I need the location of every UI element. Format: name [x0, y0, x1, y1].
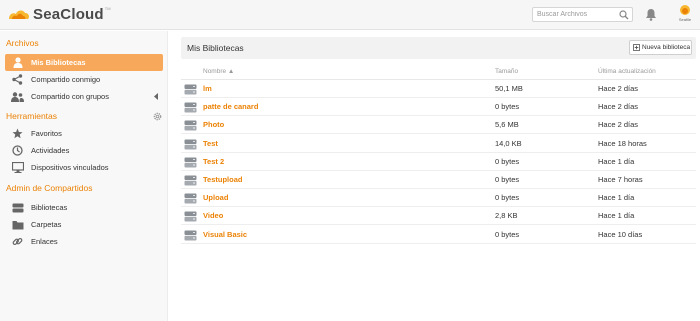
- column-header-name[interactable]: Nombre ▲: [203, 68, 234, 75]
- new-library-button[interactable]: Nueva biblioteca: [629, 40, 692, 55]
- group-icon: [11, 91, 24, 103]
- library-icon: [184, 157, 197, 168]
- gear-icon[interactable]: [153, 112, 162, 121]
- library-name-link[interactable]: Testupload: [203, 175, 242, 184]
- avatar-logo-icon: [680, 5, 690, 15]
- library-size: 0 bytes: [495, 193, 520, 203]
- library-name-link[interactable]: Photo: [203, 120, 224, 129]
- library-size: 14,0 KB: [495, 138, 522, 148]
- library-updated: Hace 1 día: [598, 211, 635, 221]
- main-header: Mis Bibliotecas Nueva biblioteca: [181, 37, 696, 59]
- table-row[interactable]: Upload 0 bytes Hace 1 día: [181, 189, 696, 208]
- sidebar-item-label: Carpetas: [31, 220, 62, 229]
- table-row[interactable]: Video 2,8 KB Hace 1 día: [181, 207, 696, 226]
- library-name-link[interactable]: Upload: [203, 193, 228, 202]
- library-size: 5,6 MB: [495, 120, 519, 130]
- library-updated: Hace 2 días: [598, 120, 639, 130]
- share-icon: [11, 74, 24, 86]
- table-row[interactable]: lm 50,1 MB Hace 2 días: [181, 80, 696, 98]
- avatar[interactable]: Seafile: [673, 3, 697, 27]
- search-input[interactable]: [533, 8, 617, 21]
- library-icon: [184, 175, 197, 186]
- new-library-label: Nueva biblioteca: [642, 44, 691, 51]
- library-updated: Hace 2 días: [598, 102, 639, 112]
- table-row[interactable]: patte de canard 0 bytes Hace 2 días: [181, 98, 696, 117]
- search-icon[interactable]: [619, 10, 629, 20]
- library-name-link[interactable]: Test 2: [203, 157, 224, 166]
- sidebar-item-label: Favoritos: [31, 129, 62, 138]
- sidebar-item-favorites[interactable]: Favoritos: [5, 125, 163, 142]
- library-updated: Hace 1 día: [598, 156, 635, 166]
- sidebar-item-label: Dispositivos vinculados: [31, 163, 109, 172]
- search-box: [532, 7, 633, 22]
- sidebar-item-activities[interactable]: Actividades: [5, 142, 163, 159]
- library-name-link[interactable]: Test: [203, 139, 218, 148]
- library-icon: [184, 230, 197, 241]
- sidebar-item-admin-links[interactable]: Enlaces: [5, 233, 163, 250]
- clock-icon: [11, 145, 24, 157]
- sidebar: Archivos Mis Bibliotecas Compartido conm…: [0, 31, 168, 321]
- section-title-admin: Admin de Compartidos: [6, 183, 93, 193]
- sidebar-item-label: Compartido con grupos: [31, 92, 109, 101]
- drive-icon: [11, 202, 24, 214]
- sidebar-item-admin-libraries[interactable]: Bibliotecas: [5, 199, 163, 216]
- library-updated: Hace 2 días: [598, 84, 639, 93]
- sidebar-item-label: Compartido conmigo: [31, 75, 101, 84]
- caret-left-icon[interactable]: [154, 93, 159, 100]
- user-icon: [11, 57, 24, 69]
- library-name-link[interactable]: Video: [203, 211, 223, 220]
- library-updated: Hace 1 día: [598, 193, 635, 203]
- sidebar-item-linked-devices[interactable]: Dispositivos vinculados: [5, 159, 163, 176]
- sidebar-item-label: Enlaces: [31, 237, 58, 246]
- folder-icon: [11, 219, 24, 231]
- link-icon: [11, 236, 24, 248]
- sidebar-item-label: Actividades: [31, 146, 70, 155]
- sidebar-item-shared-with-groups[interactable]: Compartido con grupos: [5, 88, 163, 105]
- library-name-link[interactable]: patte de canard: [203, 102, 258, 111]
- library-size: 0 bytes: [495, 175, 520, 184]
- star-icon: [11, 128, 24, 140]
- sidebar-item-shared-with-me[interactable]: Compartido conmigo: [5, 71, 163, 88]
- logo[interactable]: SeaCloud TM: [6, 4, 111, 24]
- library-size: 50,1 MB: [495, 84, 523, 93]
- library-updated: Hace 18 horas: [598, 138, 647, 148]
- table-row[interactable]: Test 2 0 bytes Hace 1 día: [181, 153, 696, 171]
- library-updated: Hace 7 horas: [598, 175, 643, 184]
- plus-icon: [633, 44, 640, 51]
- library-updated: Hace 10 días: [598, 229, 643, 239]
- library-size: 0 bytes: [495, 229, 520, 239]
- library-icon: [184, 139, 197, 150]
- library-size: 2,8 KB: [495, 211, 518, 221]
- logo-text: SeaCloud: [33, 5, 104, 23]
- sidebar-item-admin-folders[interactable]: Carpetas: [5, 216, 163, 233]
- library-size: 0 bytes: [495, 102, 520, 112]
- column-header-size[interactable]: Tamaño: [495, 68, 518, 75]
- section-title-tools: Herramientas: [6, 111, 58, 121]
- library-icon: [184, 120, 197, 131]
- library-icon: [184, 102, 197, 113]
- monitor-icon: [11, 162, 24, 174]
- table-row[interactable]: Testupload 0 bytes Hace 7 horas: [181, 171, 696, 189]
- logo-tm: TM: [104, 6, 111, 11]
- section-title-files: Archivos: [6, 38, 39, 48]
- sidebar-item-my-libraries[interactable]: Mis Bibliotecas: [5, 54, 163, 71]
- table-row[interactable]: Photo 5,6 MB Hace 2 días: [181, 116, 696, 135]
- sidebar-item-label: Mis Bibliotecas: [31, 58, 86, 67]
- sidebar-item-label: Bibliotecas: [31, 203, 68, 212]
- library-name-link[interactable]: lm: [203, 84, 212, 93]
- notification-bell-icon[interactable]: [645, 8, 657, 21]
- top-header: SeaCloud TM Seafile: [0, 0, 700, 30]
- library-size: 0 bytes: [495, 156, 520, 166]
- column-header-updated[interactable]: Última actualización: [598, 68, 656, 75]
- table-row[interactable]: Test 14,0 KB Hace 18 horas: [181, 135, 696, 153]
- library-icon: [184, 211, 197, 222]
- avatar-label: Seafile: [678, 17, 692, 22]
- library-icon: [184, 84, 197, 95]
- logo-mark-icon: [9, 10, 29, 19]
- page-title: Mis Bibliotecas: [187, 43, 244, 53]
- table-header: Nombre ▲ Tamaño Última actualización: [181, 63, 696, 80]
- library-name-link[interactable]: Visual Basic: [203, 230, 247, 239]
- library-icon: [184, 193, 197, 204]
- table-row[interactable]: Visual Basic 0 bytes Hace 10 días: [181, 226, 696, 244]
